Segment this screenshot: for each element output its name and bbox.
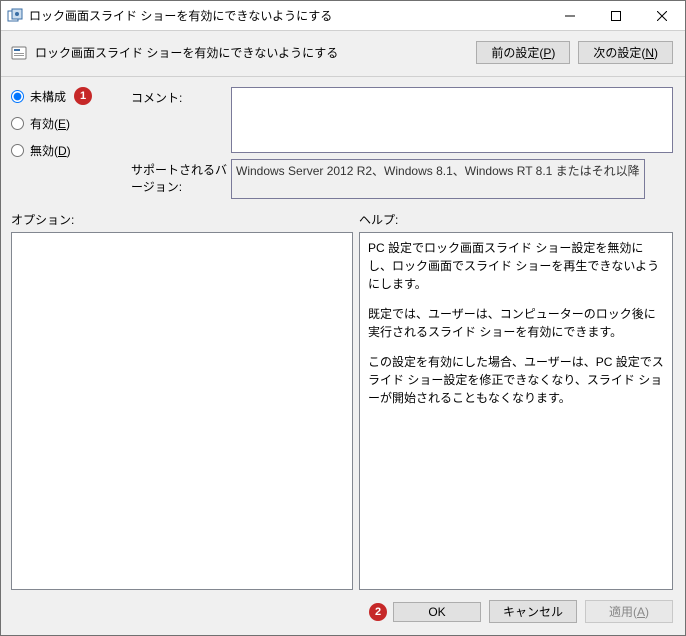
policy-title: ロック画面スライド ショーを有効にできないようにする [35, 44, 468, 61]
footer: 2 OK キャンセル 適用(A) [1, 590, 685, 635]
options-label: オプション: [11, 211, 359, 228]
comment-label: コメント: [131, 87, 231, 106]
supported-on-text: Windows Server 2012 R2、Windows 8.1、Windo… [231, 159, 645, 199]
maximize-button[interactable] [593, 1, 639, 30]
config-area: 未構成 1 有効(E) 無効(D) コメント: サポートされるバージョン: Wi… [1, 77, 685, 211]
help-label: ヘルプ: [359, 211, 673, 228]
help-paragraph: 既定では、ユーザーは、コンピューターのロック後に実行されるスライド ショーを有効… [368, 305, 664, 341]
section-labels: オプション: ヘルプ: [1, 211, 685, 232]
window-title: ロック画面スライド ショーを有効にできないようにする [29, 7, 547, 24]
radio-not-configured[interactable] [11, 90, 24, 103]
options-panel [11, 232, 353, 590]
window: ロック画面スライド ショーを有効にできないようにする ロック画面スライド ショー… [0, 0, 686, 636]
radio-disabled-label[interactable]: 無効(D) [30, 142, 71, 159]
ok-button[interactable]: OK [393, 602, 481, 622]
meta-column: コメント: サポートされるバージョン: Windows Server 2012 … [131, 87, 673, 205]
header-row: ロック画面スライド ショーを有効にできないようにする 前の設定(P) 次の設定(… [1, 31, 685, 77]
apply-button[interactable]: 適用(A) [585, 600, 673, 623]
annotation-2: 2 [369, 603, 387, 621]
policy-icon [11, 45, 27, 61]
cancel-button[interactable]: キャンセル [489, 600, 577, 623]
titlebar: ロック画面スライド ショーを有効にできないようにする [1, 1, 685, 31]
previous-setting-button[interactable]: 前の設定(P) [476, 41, 570, 64]
next-setting-button[interactable]: 次の設定(N) [578, 41, 673, 64]
minimize-button[interactable] [547, 1, 593, 30]
annotation-1: 1 [74, 87, 92, 105]
radio-enabled[interactable] [11, 117, 24, 130]
gpedit-icon [7, 8, 23, 24]
state-radio-group: 未構成 1 有効(E) 無効(D) [11, 87, 131, 205]
radio-disabled[interactable] [11, 144, 24, 157]
panels: PC 設定でロック画面スライド ショー設定を無効にし、ロック画面でスライド ショ… [1, 232, 685, 590]
comment-input[interactable] [231, 87, 673, 153]
radio-enabled-label[interactable]: 有効(E) [30, 115, 70, 132]
help-paragraph: PC 設定でロック画面スライド ショー設定を無効にし、ロック画面でスライド ショ… [368, 239, 664, 293]
help-panel: PC 設定でロック画面スライド ショー設定を無効にし、ロック画面でスライド ショ… [359, 232, 673, 590]
close-button[interactable] [639, 1, 685, 30]
help-paragraph: この設定を有効にした場合、ユーザーは、PC 設定でスライド ショー設定を修正でき… [368, 353, 664, 407]
radio-not-configured-label[interactable]: 未構成 [30, 88, 66, 105]
supported-label: サポートされるバージョン: [131, 159, 231, 195]
window-controls [547, 1, 685, 30]
